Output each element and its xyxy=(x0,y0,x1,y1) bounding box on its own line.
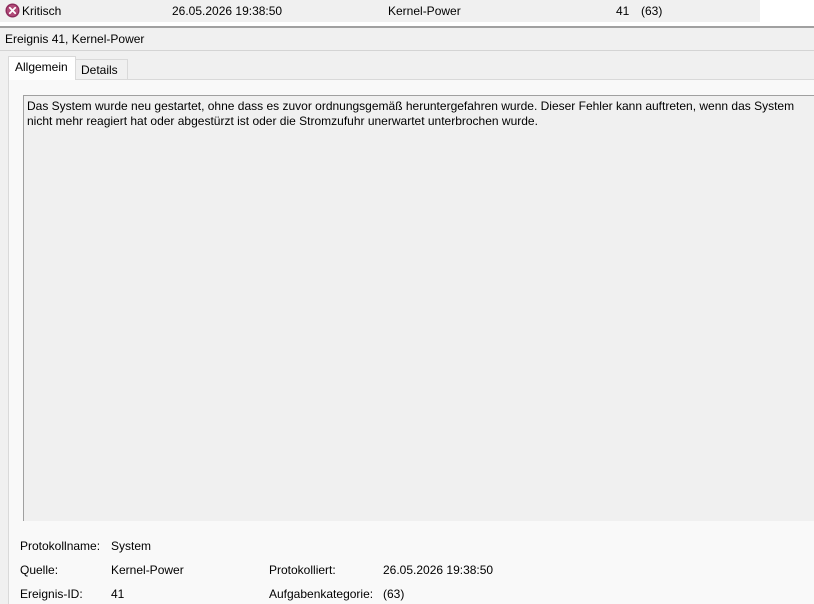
event-level: Kritisch xyxy=(22,4,62,18)
event-id: 41 xyxy=(616,4,630,18)
logged-label: Protokolliert: xyxy=(269,563,336,577)
event-viewer-window: Kritisch 26.05.2026 19:38:50 Kernel-Powe… xyxy=(0,0,814,604)
detail-title: Ereignis 41, Kernel-Power xyxy=(5,32,145,46)
event-list-row[interactable]: Kritisch 26.05.2026 19:38:50 Kernel-Powe… xyxy=(0,0,760,22)
log-name-label: Protokollname: xyxy=(20,539,101,553)
detail-panel: Allgemein Details Das System wurde neu g… xyxy=(0,51,814,604)
event-id-label: Ereignis-ID: xyxy=(20,587,83,601)
event-datetime: 26.05.2026 19:38:50 xyxy=(172,4,283,18)
log-name-value: System xyxy=(111,539,152,553)
event-source: Kernel-Power xyxy=(388,4,461,18)
tab-details[interactable]: Details xyxy=(76,59,128,80)
source-value: Kernel-Power xyxy=(111,563,184,577)
critical-x-icon xyxy=(5,3,20,18)
tab-content-general: Das System wurde neu gestartet, ohne das… xyxy=(8,79,814,604)
source-label: Quelle: xyxy=(20,563,59,577)
event-task-category: (63) xyxy=(641,4,663,18)
detail-header: Ereignis 41, Kernel-Power xyxy=(0,28,814,51)
task-category-value: (63) xyxy=(383,587,405,601)
tab-allgemein[interactable]: Allgemein xyxy=(8,56,76,80)
event-description: Das System wurde neu gestartet, ohne das… xyxy=(27,99,795,128)
event-id-value: 41 xyxy=(111,587,125,601)
task-category-label: Aufgabenkategorie: xyxy=(269,587,374,601)
logged-value: 26.05.2026 19:38:50 xyxy=(383,563,494,577)
event-description-box[interactable]: Das System wurde neu gestartet, ohne das… xyxy=(23,95,814,521)
